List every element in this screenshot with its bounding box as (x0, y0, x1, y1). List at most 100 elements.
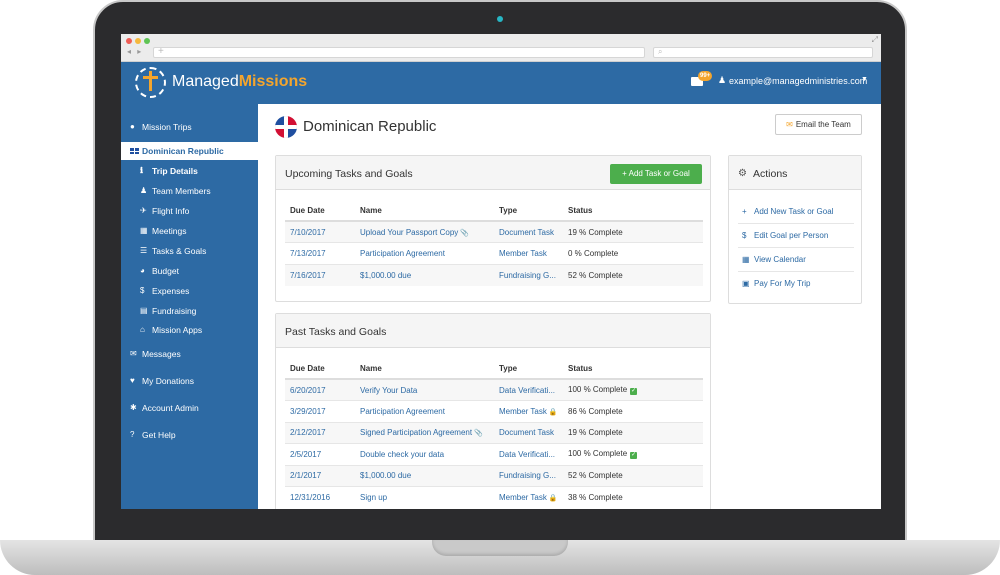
browser-search-field[interactable]: ⌕ (653, 47, 873, 58)
sidebar-item-my-donations[interactable]: ♥ My Donations (121, 372, 258, 390)
dollar-icon: $ (140, 286, 145, 295)
paperclip-icon: 📎 (460, 229, 470, 237)
table-row[interactable]: 2/1/2017 $1,000.00 due Fundraising G... … (285, 464, 703, 487)
task-name[interactable]: Participation Agreement (355, 400, 494, 422)
task-type[interactable]: Data Verificati... (494, 443, 563, 465)
logo-icon[interactable] (135, 67, 166, 98)
due-date[interactable]: 7/10/2017 (285, 220, 355, 243)
due-date[interactable]: 6/20/2017 (285, 378, 355, 401)
sidebar-item-mission-trips[interactable]: ● Mission Trips (121, 118, 258, 136)
column-header[interactable]: Status (563, 358, 703, 380)
action-edit-goal[interactable]: $ Edit Goal per Person (738, 224, 854, 248)
sidebar-item-dominican-republic[interactable]: Dominican Republic (121, 142, 258, 160)
task-type[interactable]: Member Task 🔒 (494, 486, 563, 508)
task-name[interactable]: Participation Agreement (355, 242, 494, 264)
window-maximize-button[interactable] (144, 38, 150, 44)
due-date[interactable]: 12/31/2016 (285, 486, 355, 508)
table-row[interactable]: 12/31/2016 Sign up Member Task 🔒 38 % Com… (285, 486, 703, 508)
action-pay-trip[interactable]: ▣ Pay For My Trip (738, 272, 854, 296)
task-status: 52 % Complete (563, 464, 703, 487)
task-type[interactable]: Fundraising G... (494, 263, 563, 286)
column-header[interactable]: Type (494, 200, 563, 222)
sidebar-item-team-members[interactable]: ♟ Team Members (121, 182, 258, 200)
email-team-button[interactable]: ✉ Email the Team (775, 114, 862, 135)
sidebar-item-get-help[interactable]: ? Get Help (121, 426, 258, 444)
new-tab-icon[interactable]: + (158, 46, 164, 57)
table-row[interactable]: 7/13/2017 Participation Agreement Member… (285, 242, 703, 264)
chevron-down-icon[interactable]: ▼ (861, 76, 868, 83)
table-row[interactable]: 2/5/2017 Double check your data Data Ver… (285, 443, 703, 465)
column-header[interactable]: Due Date (285, 358, 355, 380)
user-menu[interactable]: example@managedministries.com (729, 76, 867, 86)
user-icon: ♟ (718, 75, 727, 85)
due-date[interactable]: 2/12/2017 (285, 421, 355, 444)
task-type[interactable]: Document Task (494, 220, 563, 243)
table-row[interactable]: 7/10/2017 Upload Your Passport Copy 📎 Doc… (285, 220, 703, 243)
past-tasks-panel: Past Tasks and Goals Due Date Name Type … (275, 313, 711, 509)
due-date[interactable]: 2/1/2017 (285, 464, 355, 487)
sidebar-item-messages[interactable]: ✉ Messages (121, 345, 258, 363)
laptop-notch (432, 540, 568, 556)
window-minimize-button[interactable] (135, 38, 141, 44)
task-type[interactable]: Document Task (494, 421, 563, 444)
action-view-calendar[interactable]: ▦ View Calendar (738, 248, 854, 272)
task-name[interactable]: Upload Your Passport Copy 📎 (355, 220, 494, 243)
task-type[interactable]: Member Task 🔒 (494, 400, 563, 422)
check-icon: ✓ (630, 452, 638, 460)
main-content: Dominican Republic ✉ Email the Team Upcom… (258, 104, 881, 509)
sidebar-item-expenses[interactable]: $ Expenses (121, 282, 258, 300)
action-add-task[interactable]: + Add New Task or Goal (738, 200, 854, 224)
logo-text[interactable]: ManagedMissions (172, 73, 307, 91)
task-name[interactable]: Signed Participation Agreement 📎 (355, 421, 494, 444)
calendar-icon: ▦ (140, 226, 148, 235)
window-close-button[interactable] (126, 38, 132, 44)
upcoming-tasks-panel: Upcoming Tasks and Goals + Add Task or G… (275, 155, 711, 302)
lock-icon: 🔒 (548, 408, 558, 416)
task-status: 100 % Complete ✓ (563, 443, 703, 465)
browser-nav-arrows[interactable]: ◂ ▸ (127, 47, 143, 56)
table-row[interactable]: 2/12/2017 Signed Participation Agreement… (285, 421, 703, 444)
task-status: 19 % Complete (563, 220, 703, 243)
task-name[interactable]: $1,000.00 due (355, 263, 494, 286)
page-title: Dominican Republic (303, 118, 437, 135)
money-icon: ▣ (742, 279, 750, 288)
list-icon: ☰ (140, 246, 148, 255)
column-header[interactable]: Name (355, 200, 494, 222)
task-type[interactable]: Member Task (494, 242, 563, 264)
column-header[interactable]: Type (494, 358, 563, 380)
notification-badge[interactable]: 99+ (698, 71, 713, 81)
check-icon: ✓ (630, 388, 638, 395)
task-type[interactable]: Fundraising G... (494, 464, 563, 487)
sidebar-item-mission-apps[interactable]: ⌂ Mission Apps (121, 321, 258, 339)
sidebar-item-meetings[interactable]: ▦ Meetings (121, 222, 258, 240)
column-header[interactable]: Status (563, 200, 703, 222)
due-date[interactable]: 2/5/2017 (285, 443, 355, 465)
task-name[interactable]: Double check your data (355, 443, 494, 465)
sidebar-item-trip-details[interactable]: ℹ Trip Details (121, 162, 258, 180)
fullscreen-icon[interactable]: ⤢ (872, 35, 878, 45)
add-task-button[interactable]: + Add Task or Goal (610, 164, 702, 184)
lock-icon: 🔒 (548, 495, 558, 502)
sidebar-item-flight-info[interactable]: ✈ Flight Info (121, 202, 258, 220)
task-status: 100 % Complete ✓ (563, 378, 703, 401)
table-row[interactable]: 7/16/2017 $1,000.00 due Fundraising G...… (285, 263, 703, 286)
sidebar-item-budget[interactable]: ◕ Budget (121, 262, 258, 280)
due-date[interactable]: 7/16/2017 (285, 263, 355, 286)
table-row[interactable]: 6/20/2017 Verify Your Data Data Verifica… (285, 378, 703, 401)
sidebar-item-fundraising[interactable]: ▤ Fundraising (121, 302, 258, 320)
task-type[interactable]: Data Verificati... (494, 378, 563, 401)
credit-card-icon: ▤ (140, 306, 148, 315)
due-date[interactable]: 3/29/2017 (285, 400, 355, 422)
due-date[interactable]: 7/13/2017 (285, 242, 355, 264)
sidebar-item-account-admin[interactable]: ✱ Account Admin (121, 399, 258, 417)
sidebar-item-tasks-goals[interactable]: ☰ Tasks & Goals (121, 242, 258, 260)
table-row[interactable]: 3/29/2017 Participation Agreement Member… (285, 400, 703, 422)
task-name[interactable]: $1,000.00 due (355, 464, 494, 487)
address-bar[interactable]: + (153, 46, 645, 58)
column-header[interactable]: Name (355, 358, 494, 380)
task-name[interactable]: Verify Your Data (355, 378, 494, 401)
task-name[interactable]: Sign up (355, 486, 494, 508)
column-header[interactable]: Due Date (285, 200, 355, 222)
plane-icon: ✈ (140, 206, 147, 215)
upcoming-tasks-table: Due Date Name Type Status 7/10/2017 Uplo… (285, 200, 703, 286)
